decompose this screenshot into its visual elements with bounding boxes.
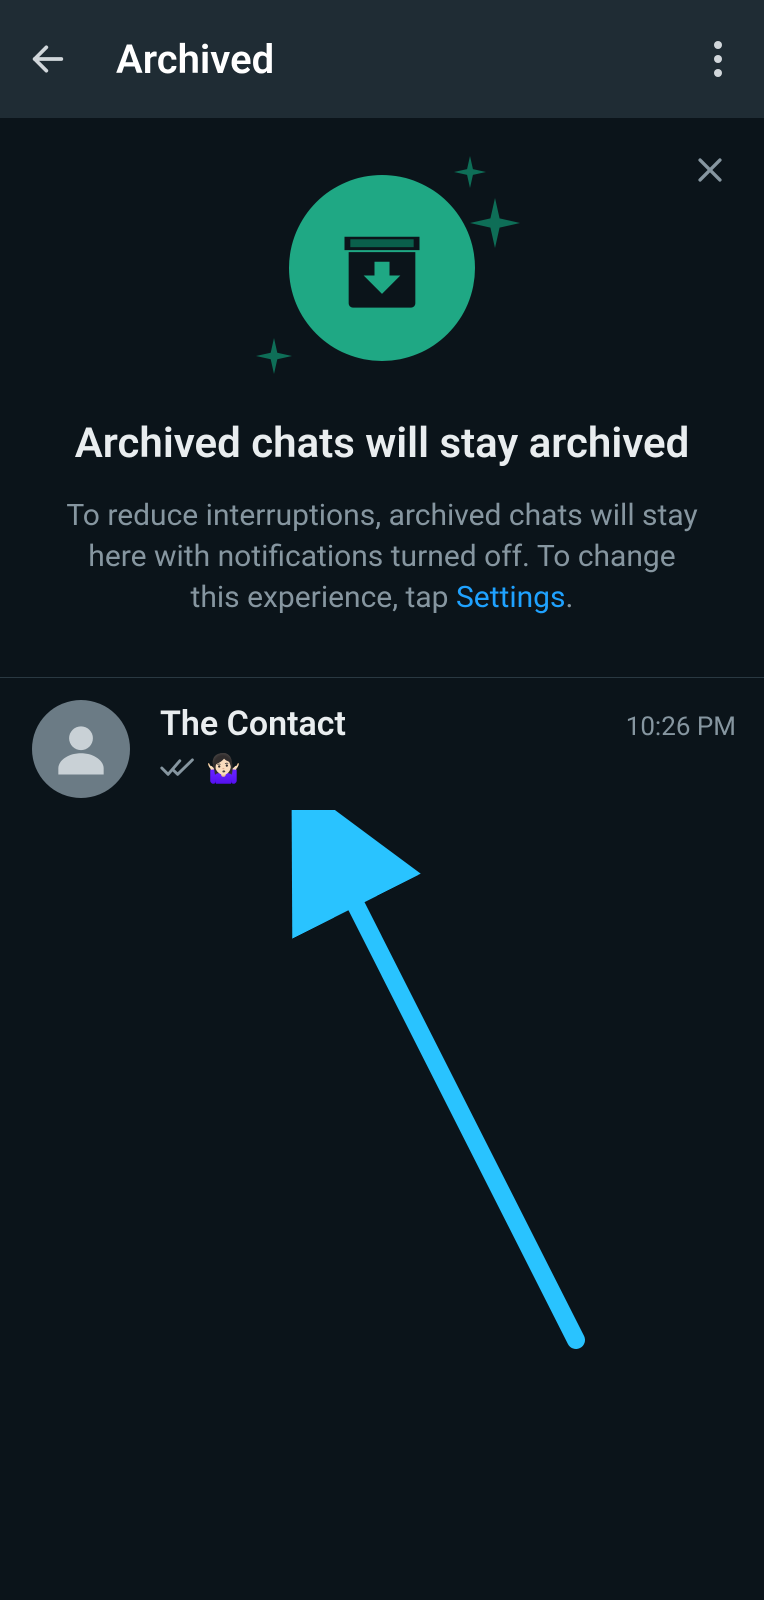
banner-subtitle: To reduce interruptions, archived chats …: [62, 495, 702, 619]
banner-subtitle-tail: .: [566, 580, 574, 615]
chat-preview: 🤷🏻‍♀️: [160, 752, 736, 785]
chat-time: 10:26 PM: [626, 712, 736, 742]
chat-list: The Contact 10:26 PM 🤷🏻‍♀️: [0, 678, 764, 820]
arrow-left-icon: [28, 39, 68, 79]
sparkle-icon: [256, 338, 292, 374]
person-icon: [47, 715, 115, 783]
archive-banner: Archived chats will stay archived To red…: [0, 118, 764, 678]
archive-box-icon: [332, 218, 432, 318]
chat-row[interactable]: The Contact 10:26 PM 🤷🏻‍♀️: [0, 678, 764, 820]
sparkle-icon: [454, 156, 486, 188]
avatar[interactable]: [32, 700, 130, 798]
archive-illustration: [272, 158, 492, 378]
sparkle-icon: [470, 198, 520, 248]
chat-name: The Contact: [160, 704, 346, 744]
dismiss-banner-button[interactable]: [686, 146, 734, 194]
page-title: Archived: [116, 36, 274, 83]
banner-subtitle-text: To reduce interruptions, archived chats …: [66, 498, 697, 616]
double-check-icon: [160, 756, 196, 780]
settings-link[interactable]: Settings: [456, 580, 566, 615]
app-bar: Archived: [0, 0, 764, 118]
more-vertical-icon: [714, 41, 722, 77]
message-emoji: 🤷🏻‍♀️: [206, 752, 241, 785]
more-menu-button[interactable]: [690, 31, 746, 87]
banner-title: Archived chats will stay archived: [62, 418, 702, 471]
back-button[interactable]: [20, 31, 76, 87]
close-icon: [693, 153, 727, 187]
chat-body: The Contact 10:26 PM 🤷🏻‍♀️: [160, 700, 736, 785]
annotation-arrow: [290, 810, 610, 1370]
